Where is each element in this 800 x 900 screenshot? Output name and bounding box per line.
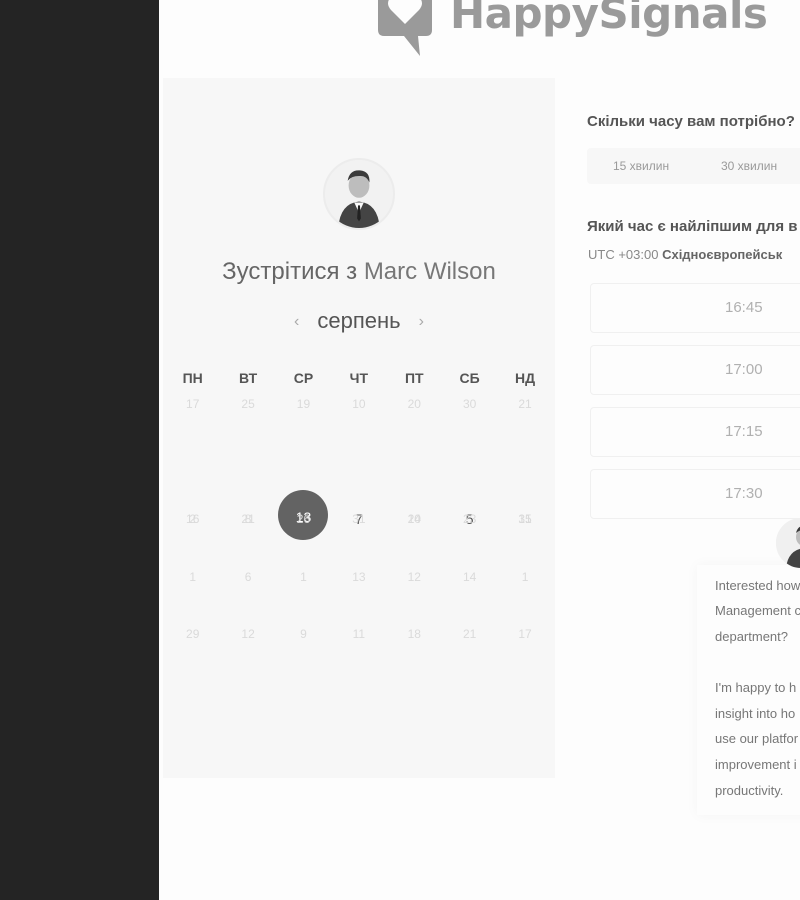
chat-text: improvement i — [715, 757, 797, 772]
calendar-day: 6 — [244, 569, 252, 584]
month-label: серпень — [317, 308, 401, 333]
weekday-label: ПН — [182, 370, 203, 386]
calendar-day: 26 — [296, 512, 311, 526]
month-navigator: ‹ серпень › — [163, 308, 555, 334]
calendar-day: 21 — [241, 512, 255, 526]
weekday-label: ПТ — [404, 370, 424, 386]
weekday-header: ПН ВТ СР ЧТ ПТ СБ НД — [165, 370, 553, 386]
calendar-day-available[interactable]: 5 — [442, 453, 497, 527]
time-slot[interactable] — [590, 469, 800, 519]
timezone-offset: UTC +03:00 — [588, 247, 659, 262]
weekday-label: ВТ — [239, 370, 258, 386]
calendar-day: 9 — [300, 627, 307, 642]
brand-name: HappySignals — [450, 0, 768, 38]
calendar-day: 17 — [518, 627, 532, 642]
time-slot-label: 17:00 — [725, 361, 763, 378]
calendar-day-selected[interactable]: 13 — [276, 453, 331, 539]
time-slot-label: 17:15 — [725, 423, 763, 440]
time-question: Який час є найліпшим для в — [587, 218, 798, 235]
duration-question: Скільки часу вам потрібно? — [587, 113, 795, 130]
calendar-day: 21 — [518, 397, 532, 411]
time-slot-label: 17:30 — [725, 485, 763, 502]
calendar-day: 19 — [296, 397, 311, 411]
timezone-label[interactable]: UTC +03:00 Східноєвропейськ — [588, 247, 782, 262]
calendar-day: 1 — [300, 569, 307, 584]
calendar-day: 8 — [244, 511, 252, 526]
calendar-day: 25 — [241, 397, 255, 411]
calendar-day: 12 — [407, 569, 421, 584]
calendar-day: 15 — [518, 512, 532, 526]
calendar-day: 11 — [352, 627, 366, 642]
calendar-day: 2 — [189, 511, 197, 526]
calendar-day: 20 — [407, 397, 421, 411]
host-avatar — [323, 158, 395, 230]
brand-logo: HappySignals — [370, 0, 768, 60]
time-slot[interactable] — [590, 283, 800, 333]
calendar-day: 23 — [462, 512, 477, 526]
calendar-day: 29 — [186, 627, 200, 642]
calendar-day: 31 — [518, 511, 532, 526]
calendar-grid: 17 25 19 10 20 30 21 2 8 13 7 14 5 31 — [165, 395, 553, 539]
calendar-day: 30 — [462, 397, 477, 411]
calendar-day-available[interactable]: 7 — [331, 453, 386, 527]
calendar-day: 20 — [407, 512, 421, 526]
heart-chat-icon — [378, 0, 432, 56]
weekday-label: НД — [514, 370, 536, 386]
calendar-day: 21 — [462, 627, 477, 642]
meeting-title-prefix: Зустрітися з — [222, 258, 358, 285]
left-dark-panel — [0, 0, 159, 900]
calendar-day: 16 — [186, 512, 200, 526]
chevron-right-icon[interactable]: › — [419, 313, 424, 330]
calendar-grid-lower: 16 21 26 31 20 23 15 1 6 1 13 12 14 1 29… — [165, 510, 553, 683]
calendar-day: 10 — [352, 397, 366, 411]
time-slot[interactable] — [590, 345, 800, 395]
calendar-day: 31 — [352, 512, 366, 526]
calendar-day: 12 — [241, 627, 255, 642]
timezone-name: Східноєвропейськ — [662, 247, 783, 262]
weekday-label: СБ — [459, 370, 480, 386]
weekday-label: СР — [293, 370, 314, 386]
chat-text: insight into ho — [715, 706, 796, 721]
chevron-left-icon[interactable]: ‹ — [294, 313, 299, 330]
chat-text: I'm happy to h — [715, 680, 797, 695]
duration-option[interactable]: 30 хвилин — [721, 159, 777, 173]
calendar-day: 1 — [189, 569, 197, 584]
chat-text: productivity. — [715, 783, 784, 798]
calendar-day: 14 — [462, 569, 477, 584]
chat-text: Management c — [715, 603, 800, 618]
host-name: Marc Wilson — [363, 258, 496, 285]
calendar-day: 1 — [521, 569, 529, 584]
calendar-day: 17 — [186, 397, 200, 411]
time-slot[interactable] — [590, 407, 800, 457]
meeting-title: Зустрітися з Marc Wilson — [163, 258, 555, 286]
calendar-day: 18 — [407, 627, 421, 642]
time-slot-label: 16:45 — [725, 299, 763, 316]
duration-option[interactable]: 15 хвилин — [613, 159, 669, 173]
calendar-day: 14 — [407, 511, 421, 526]
chat-text: use our platfor — [715, 731, 799, 746]
weekday-label: ЧТ — [349, 370, 369, 386]
calendar-day: 13 — [352, 569, 366, 584]
chat-text: department? — [715, 629, 788, 644]
chat-text: Interested how — [715, 578, 800, 593]
